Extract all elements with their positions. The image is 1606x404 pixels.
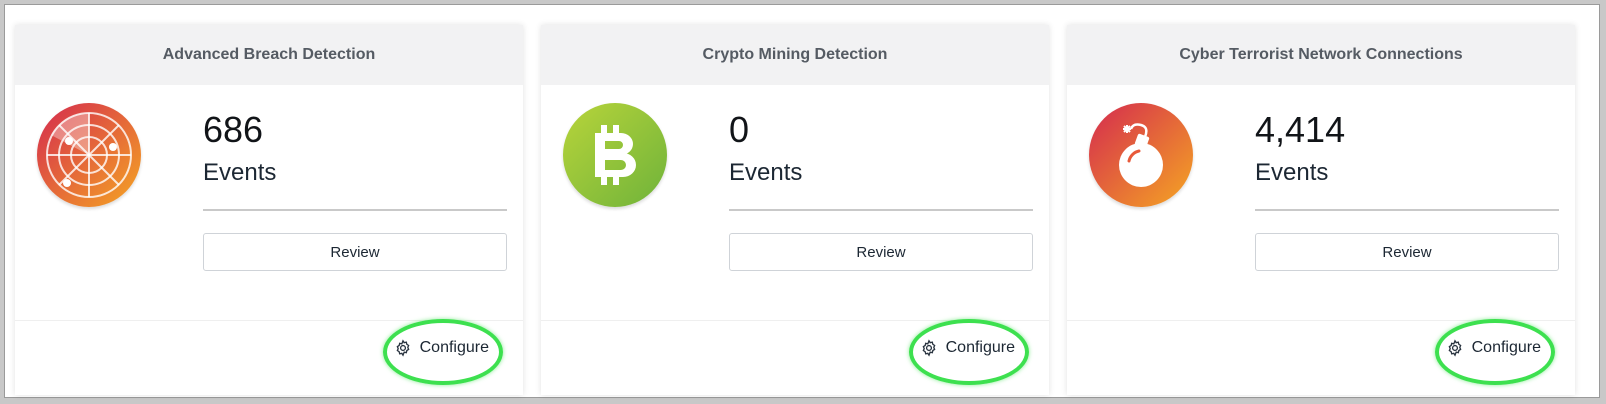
event-unit-label: Events: [1255, 159, 1329, 186]
configure-label: Configure: [945, 339, 1015, 356]
card-title: Cyber Terrorist Network Connections: [1067, 25, 1575, 85]
card-body: 0 Events Review: [541, 85, 1049, 321]
event-count: 686: [203, 109, 264, 150]
configure-label: Configure: [419, 339, 489, 356]
dashboard-frame: Advanced Breach Detection 686 Events Rev…: [4, 4, 1600, 398]
gear-icon: [394, 339, 412, 357]
gear-icon: [1446, 339, 1464, 357]
bitcoin-icon: [563, 103, 667, 207]
card-body: 4,414 Events Review: [1067, 85, 1575, 321]
event-count: 0: [729, 109, 750, 150]
review-button[interactable]: Review: [1255, 233, 1559, 271]
card-body: 686 Events Review: [15, 85, 523, 321]
configure-label: Configure: [1471, 339, 1541, 356]
bomb-icon: [1089, 103, 1193, 207]
divider: [203, 209, 507, 211]
configure-button[interactable]: Configure: [920, 339, 1015, 357]
card-advanced-breach-detection: Advanced Breach Detection 686 Events Rev…: [15, 25, 523, 395]
event-unit-label: Events: [729, 159, 803, 186]
divider: [1255, 209, 1559, 211]
card-footer: Configure: [1067, 319, 1575, 395]
review-button[interactable]: Review: [203, 233, 507, 271]
card-cyber-terrorist-network-connections: Cyber Terrorist Network Connections 4,41…: [1067, 25, 1575, 395]
card-footer: Configure: [541, 319, 1049, 395]
configure-button[interactable]: Configure: [394, 339, 489, 357]
divider: [729, 209, 1033, 211]
card-title: Crypto Mining Detection: [541, 25, 1049, 85]
event-unit-label: Events: [203, 159, 277, 186]
event-count: 4,414: [1255, 109, 1346, 150]
card-title: Advanced Breach Detection: [15, 25, 523, 85]
review-button[interactable]: Review: [729, 233, 1033, 271]
card-crypto-mining-detection: Crypto Mining Detection 0 Events Review …: [541, 25, 1049, 395]
gear-icon: [920, 339, 938, 357]
configure-button[interactable]: Configure: [1446, 339, 1541, 357]
card-footer: Configure: [15, 319, 523, 395]
radar-icon: [37, 103, 141, 207]
